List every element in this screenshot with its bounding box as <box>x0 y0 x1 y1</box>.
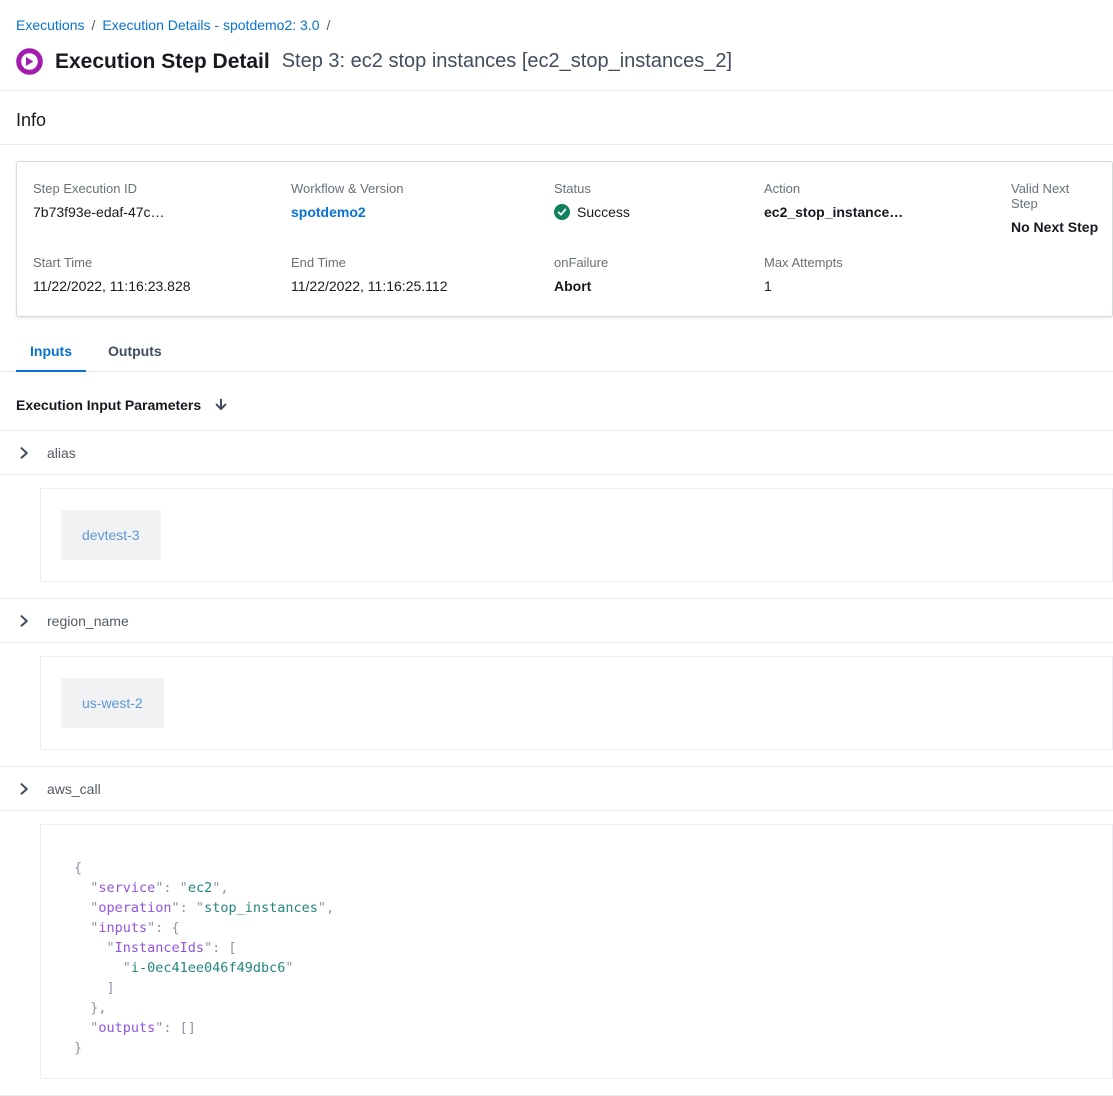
download-icon <box>213 397 229 413</box>
field-value: 1 <box>764 278 1011 294</box>
field-label: onFailure <box>554 255 764 270</box>
param-section-region-name: region_name us-west-2 <box>0 599 1113 767</box>
field-label: Workflow & Version <box>291 181 554 196</box>
breadcrumb-link-execution-details[interactable]: Execution Details - spotdemo2: 3.0 <box>102 17 319 33</box>
chevron-right-icon <box>16 613 32 629</box>
field-end-time: End Time 11/22/2022, 11:16:25.112 <box>291 255 554 294</box>
field-value: ec2_stop_instance… <box>764 204 1011 220</box>
workflow-link[interactable]: spotdemo2 <box>291 204 366 220</box>
breadcrumb-link-executions[interactable]: Executions <box>16 17 84 33</box>
field-onfailure: onFailure Abort <box>554 255 764 294</box>
field-step-execution-id: Step Execution ID 7b73f93e-edaf-47c… <box>33 181 291 235</box>
section-content-alias: devtest-3 <box>40 488 1113 582</box>
page-header: Execution Step Detail Step 3: ec2 stop i… <box>0 33 1113 91</box>
section-label-aws-call: aws_call <box>47 781 101 797</box>
download-button[interactable] <box>213 397 229 413</box>
field-workflow-version: Workflow & Version spotdemo2 <box>291 181 554 235</box>
field-label: Valid Next Step <box>1011 181 1098 211</box>
field-status: Status Success <box>554 181 764 235</box>
page-title: Execution Step Detail <box>55 50 270 74</box>
breadcrumb: Executions / Execution Details - spotdemo2… <box>0 0 1113 33</box>
chevron-right-icon <box>16 781 32 797</box>
field-action: Action ec2_stop_instance… <box>764 181 1011 235</box>
field-label: End Time <box>291 255 554 270</box>
field-valid-next-step: Valid Next Step No Next Step <box>1011 181 1098 235</box>
field-value: 11/22/2022, 11:16:23.828 <box>33 278 291 294</box>
breadcrumb-separator: / <box>91 17 95 33</box>
status-text: Success <box>577 204 630 220</box>
field-start-time: Start Time 11/22/2022, 11:16:23.828 <box>33 255 291 294</box>
field-label: Max Attempts <box>764 255 1011 270</box>
field-label: Step Execution ID <box>33 181 291 196</box>
params-title: Execution Input Parameters <box>16 397 201 413</box>
execution-input-parameters-header: Execution Input Parameters <box>0 372 1113 431</box>
chevron-right-icon <box>16 445 32 461</box>
field-value: Abort <box>554 278 764 294</box>
section-label-alias: alias <box>47 445 76 461</box>
section-toggle-aws-call[interactable]: aws_call <box>0 767 1113 811</box>
alias-value-chip[interactable]: devtest-3 <box>61 510 161 560</box>
region-name-value-chip[interactable]: us-west-2 <box>61 678 164 728</box>
section-content-aws-call: { "service": "ec2", "operation": "stop_i… <box>40 824 1113 1079</box>
page-subtitle: Step 3: ec2 stop instances [ec2_stop_ins… <box>282 50 732 73</box>
field-value: No Next Step <box>1011 219 1098 235</box>
field-max-attempts: Max Attempts 1 <box>764 255 1011 294</box>
app-logo-icon <box>16 48 43 75</box>
tab-outputs[interactable]: Outputs <box>94 331 176 372</box>
tab-inputs[interactable]: Inputs <box>16 331 86 372</box>
field-label: Start Time <box>33 255 291 270</box>
success-check-icon <box>554 204 570 220</box>
section-content-region-name: us-west-2 <box>40 656 1113 750</box>
field-value: 11/22/2022, 11:16:25.112 <box>291 278 554 294</box>
breadcrumb-separator: / <box>327 17 331 33</box>
section-toggle-region-name[interactable]: region_name <box>0 599 1113 643</box>
tab-bar: Inputs Outputs <box>0 331 1113 372</box>
param-section-alias: alias devtest-3 <box>0 431 1113 599</box>
field-label: Status <box>554 181 764 196</box>
section-toggle-alias[interactable]: alias <box>0 431 1113 475</box>
json-code: { "service": "ec2", "operation": "stop_i… <box>74 858 1092 1058</box>
info-card: Step Execution ID 7b73f93e-edaf-47c… Wor… <box>16 161 1113 317</box>
field-value: 7b73f93e-edaf-47c… <box>33 204 291 220</box>
field-label: Action <box>764 181 1011 196</box>
section-label-region-name: region_name <box>47 613 129 629</box>
status-badge: Success <box>554 204 764 220</box>
info-section-title: Info <box>0 91 1113 145</box>
